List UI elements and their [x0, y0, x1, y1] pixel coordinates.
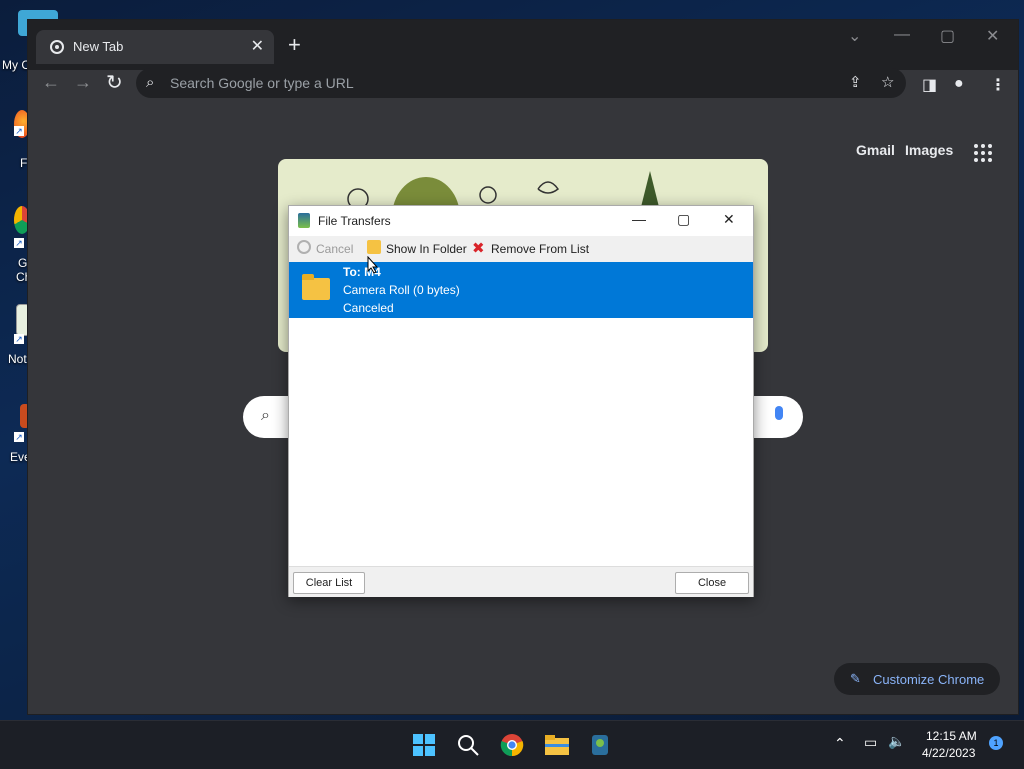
pencil-icon: ✎	[850, 671, 861, 686]
tab-strip: New Tab ✕ + ⌄ — ▢ ✕	[28, 20, 1018, 70]
side-panel-icon[interactable]: ◨	[922, 75, 937, 95]
customize-chrome-button[interactable]: ✎ Customize Chrome	[834, 663, 1000, 695]
transfer-status: Canceled	[343, 301, 394, 315]
search-icon[interactable]	[456, 733, 480, 757]
dialog-footer: Clear List Close	[289, 566, 753, 597]
notification-badge[interactable]: 1	[989, 736, 1003, 750]
folder-icon	[302, 274, 330, 300]
address-bar-placeholder: Search Google or type a URL	[170, 75, 354, 91]
remove-from-list-button[interactable]: Remove From List	[491, 242, 589, 256]
dialog-toolbar: Cancel Show In Folder ✖ Remove From List	[289, 236, 753, 263]
menu-icon[interactable]: ⋮	[990, 75, 1006, 95]
network-icon[interactable]: ▭	[864, 734, 877, 751]
shortcut-arrow-icon: ↗	[14, 238, 24, 248]
file-transfers-dialog: File Transfers — ▢ ✕ Cancel Show In Fold…	[288, 205, 754, 597]
minimize-button[interactable]: —	[894, 26, 910, 44]
dialog-title-bar[interactable]: File Transfers — ▢ ✕	[289, 206, 753, 236]
file-explorer-icon[interactable]	[544, 733, 569, 757]
share-icon[interactable]: ⇪	[849, 73, 862, 91]
volume-icon[interactable]: 🔈	[888, 733, 905, 750]
back-button[interactable]: ←	[42, 72, 60, 93]
tab-title: New Tab	[73, 39, 124, 54]
maximize-button[interactable]: ▢	[940, 26, 955, 46]
taskbar: ⌃ ▭ 🔈 12:15 AM 4/22/2023	[0, 720, 1024, 769]
clock-time[interactable]: 12:15 AM	[926, 729, 977, 743]
clear-list-button[interactable]: Clear List	[293, 572, 365, 594]
desktop-icon-my-computer[interactable]: My C	[0, 10, 58, 72]
app-icon	[298, 213, 310, 228]
dialog-maximize-button[interactable]: ▢	[677, 211, 690, 228]
show-in-folder-button[interactable]: Show In Folder	[386, 242, 467, 256]
customize-chrome-label: Customize Chrome	[873, 672, 985, 687]
search-icon: ⌕	[261, 407, 270, 424]
close-tab-icon[interactable]: ✕	[251, 36, 264, 56]
desktop-icon-notepad[interactable]: ↗ Not	[0, 304, 30, 366]
address-bar[interactable]: ⌕ Search Google or type a URL ⇪ ☆	[136, 68, 906, 98]
reload-button[interactable]: ↻	[106, 70, 123, 95]
file-transfer-app-icon[interactable]	[588, 733, 612, 757]
transfer-item-name: Camera Roll (0 bytes)	[343, 283, 460, 297]
transfer-row[interactable]: To: M4 Camera Roll (0 bytes) Canceled	[289, 262, 753, 318]
desktop-icon-google-chrome[interactable]: ↗ G Ch	[0, 206, 31, 284]
desktop-icon-label: My C	[2, 58, 30, 72]
tab-new-tab[interactable]: New Tab ✕	[36, 30, 274, 64]
new-tab-button[interactable]: +	[288, 34, 301, 56]
cancel-icon	[297, 240, 311, 254]
remove-x-icon: ✖	[472, 240, 485, 257]
dialog-minimize-button[interactable]: —	[632, 211, 646, 227]
cursor-arrow-icon	[367, 255, 379, 274]
dialog-title: File Transfers	[318, 214, 391, 228]
tab-search-icon[interactable]: ⌄	[848, 26, 861, 46]
cancel-button[interactable]: Cancel	[316, 242, 353, 256]
gmail-link[interactable]: Gmail	[856, 142, 895, 158]
profile-icon[interactable]: ●	[954, 75, 964, 93]
shortcut-arrow-icon: ↗	[14, 432, 24, 442]
folder-icon	[367, 240, 381, 254]
search-icon: ⌕	[146, 74, 155, 91]
dialog-close-button[interactable]: ✕	[723, 211, 735, 228]
shortcut-arrow-icon: ↗	[14, 126, 24, 136]
shortcut-arrow-icon: ↗	[14, 334, 24, 344]
desktop-icon-label: Not	[8, 352, 27, 366]
clock-date[interactable]: 4/22/2023	[922, 746, 975, 760]
desktop-icon-events[interactable]: ↗ Eve	[0, 404, 31, 464]
desktop-icon-label: G	[18, 256, 28, 270]
transfer-list[interactable]: To: M4 Camera Roll (0 bytes) Canceled	[289, 262, 753, 566]
chrome-favicon-icon	[50, 40, 64, 54]
start-windows-icon[interactable]	[412, 733, 436, 757]
close-window-button[interactable]: ✕	[986, 26, 999, 46]
chrome-taskbar-icon[interactable]	[500, 733, 524, 757]
voice-search-icon[interactable]	[775, 406, 783, 420]
bookmark-star-icon[interactable]: ☆	[881, 73, 894, 91]
show-hidden-icons-chevron[interactable]: ⌃	[834, 735, 846, 752]
desktop-icon-firefox[interactable]: ↗ F	[0, 110, 30, 170]
forward-button[interactable]: →	[74, 72, 92, 93]
images-link[interactable]: Images	[905, 142, 953, 158]
google-apps-icon[interactable]	[974, 144, 992, 162]
close-button[interactable]: Close	[675, 572, 749, 594]
